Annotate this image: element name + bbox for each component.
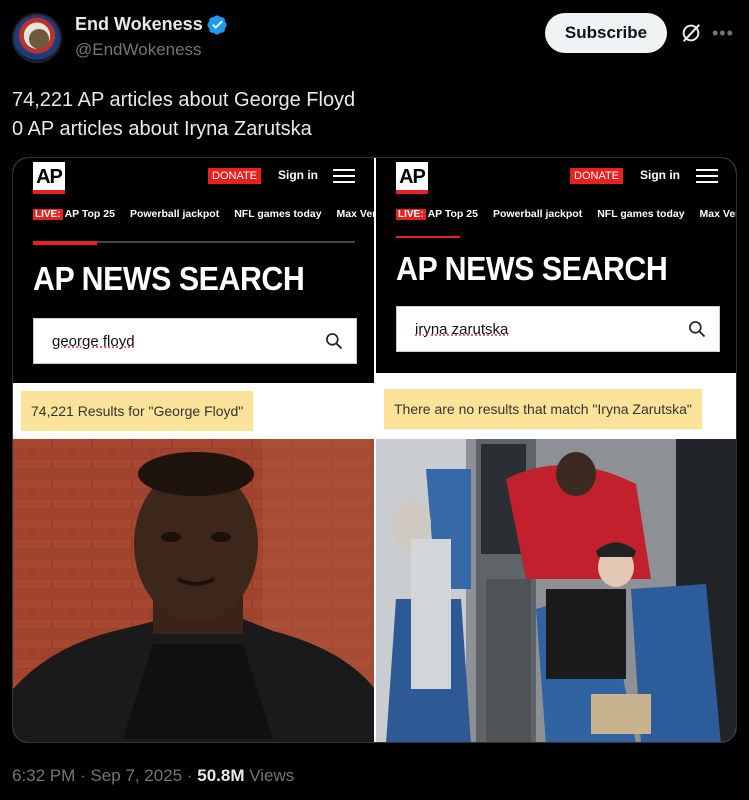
search-icon xyxy=(689,321,706,338)
nav-item: Powerball jackpot xyxy=(492,208,583,220)
left-screenshot[interactable]: AP DONATE Sign in LIVE: AP Top 25 Powerbal… xyxy=(13,158,375,742)
more-icon[interactable]: ••• xyxy=(712,22,736,44)
separator: · xyxy=(182,766,198,785)
grok-icon[interactable] xyxy=(680,22,702,44)
search-icon xyxy=(326,333,343,350)
nav-item: AP Top 25 xyxy=(64,208,115,220)
tweet-media[interactable]: AP DONATE Sign in LIVE: AP Top 25 Powerbal… xyxy=(12,157,737,743)
ap-header: AP DONATE Sign in LIVE: AP Top 25 Powerbal… xyxy=(13,158,375,383)
ap-header: AP DONATE Sign in LIVE: AP Top 25 Powerbal… xyxy=(376,158,737,373)
page-title: AP NEWS SEARCH xyxy=(396,250,668,287)
portrait-image xyxy=(13,439,375,742)
verified-badge-icon[interactable] xyxy=(207,14,228,35)
menu-icon xyxy=(696,169,718,183)
menu-icon xyxy=(333,169,355,183)
tweet-line-1: 74,221 AP articles about George Floyd xyxy=(12,89,356,111)
separator: · xyxy=(75,766,91,785)
nav-item: Powerball jackpot xyxy=(129,208,220,220)
nav-active-indicator xyxy=(396,236,460,238)
handle[interactable]: @EndWokeness xyxy=(75,40,202,60)
live-badge: LIVE: xyxy=(396,209,426,220)
tweet-text: 74,221 AP articles about George Floyd 0 … xyxy=(12,86,355,144)
search-input: george floyd xyxy=(33,318,357,364)
right-screenshot[interactable]: AP DONATE Sign in LIVE: AP Top 25 Powerbal… xyxy=(376,158,737,742)
tweet-header: End Wokeness @EndWokeness Subscribe ••• xyxy=(0,0,749,80)
sign-in-link: Sign in xyxy=(640,168,680,182)
result-area: 74,221 Results for "George Floyd" xyxy=(13,383,375,439)
live-badge: LIVE: xyxy=(33,209,63,220)
george-floyd-photo xyxy=(13,439,375,742)
views-count: 50.8M xyxy=(197,766,245,785)
ap-logo: AP xyxy=(33,162,65,194)
donate-button: DONATE xyxy=(208,168,262,184)
display-name[interactable]: End Wokeness xyxy=(75,14,203,35)
search-query: iryna zarutska xyxy=(415,321,509,338)
subscribe-button[interactable]: Subscribe xyxy=(545,13,667,53)
ap-nav: LIVE: AP Top 25 Powerball jackpot NFL games… xyxy=(33,208,375,224)
ap-logo: AP xyxy=(396,162,428,194)
result-area: There are no results that match "Iryna Z… xyxy=(376,373,736,439)
tweet-line-2: 0 AP articles about Iryna Zarutska xyxy=(12,118,312,140)
page-title: AP NEWS SEARCH xyxy=(33,260,305,297)
sign-in-link: Sign in xyxy=(278,168,318,182)
views-label: Views xyxy=(244,766,295,785)
nav-item: NFL games today xyxy=(234,208,322,220)
post-time[interactable]: 6:32 PM xyxy=(12,766,75,785)
nav-active-indicator xyxy=(33,241,97,245)
train-cctv-photo xyxy=(376,439,736,742)
result-message: There are no results that match "Iryna Z… xyxy=(384,389,702,429)
nav-item: Max Ver xyxy=(699,208,737,220)
avatar[interactable] xyxy=(12,13,62,63)
donate-button: DONATE xyxy=(570,168,624,184)
nav-item: AP Top 25 xyxy=(427,208,478,220)
post-date[interactable]: Sep 7, 2025 xyxy=(90,766,182,785)
result-count: 74,221 Results for "George Floyd" xyxy=(21,391,254,431)
nav-item: Max Ver xyxy=(336,208,375,220)
cctv-image xyxy=(376,439,736,742)
ap-nav: LIVE: AP Top 25 Powerball jackpot NFL games… xyxy=(396,208,737,224)
search-input: iryna zarutska xyxy=(396,306,720,352)
search-query: george floyd xyxy=(52,333,135,350)
nav-item: NFL games today xyxy=(597,208,685,220)
tweet-footer: 6:32 PM · Sep 7, 2025 · 50.8M Views xyxy=(12,766,294,786)
